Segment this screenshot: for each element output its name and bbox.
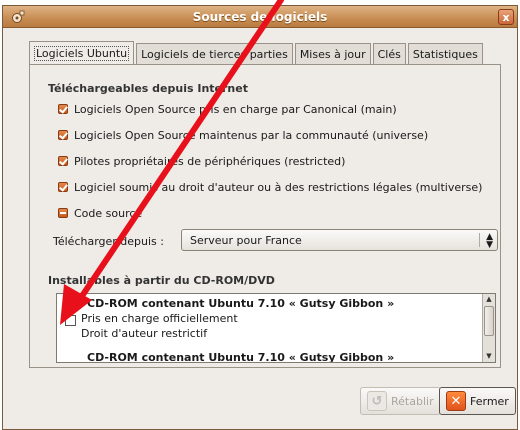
title-bar[interactable]: Sources de logiciels x bbox=[3, 6, 517, 28]
list-item[interactable]: CD-ROM contenant Ubuntu 7.10 « Gutsy Gib… bbox=[61, 349, 473, 363]
tab-label: Logiciels Ubuntu bbox=[34, 46, 130, 61]
cdrom-entry-checkbox[interactable] bbox=[65, 315, 76, 326]
revert-label: Rétablir bbox=[391, 394, 434, 408]
window-title: Sources de logiciels bbox=[192, 10, 328, 24]
tab-mises-a-jour[interactable]: Mises à jour bbox=[294, 43, 371, 64]
scroll-down-icon[interactable]: ▼ bbox=[483, 351, 495, 362]
software-sources-window: Sources de logiciels x Logiciels Ubuntu … bbox=[2, 5, 518, 430]
cdrom-entry-line1: Pris en charge officiellement bbox=[81, 312, 238, 325]
tab-logiciels-tierces-parties[interactable]: Logiciels de tierces parties bbox=[136, 43, 293, 64]
source-code-checkbox[interactable] bbox=[58, 208, 68, 218]
cdrom-section-title: Installables à partir du CD-ROM/DVD bbox=[48, 274, 275, 287]
source-universe-label: Logiciels Open Source maintenus par la c… bbox=[74, 128, 429, 142]
source-code-row[interactable]: Code source bbox=[58, 205, 142, 221]
source-restricted-checkbox[interactable] bbox=[58, 156, 68, 166]
cdrom-entry-title: CD-ROM contenant Ubuntu 7.10 « Gutsy Gib… bbox=[87, 297, 395, 310]
source-multiverse-checkbox[interactable] bbox=[58, 182, 68, 192]
tab-bar: Logiciels Ubuntu Logiciels de tierces pa… bbox=[29, 41, 485, 65]
source-universe-row[interactable]: Logiciels Open Source maintenus par la c… bbox=[58, 127, 428, 143]
source-universe-checkbox[interactable] bbox=[58, 130, 68, 140]
source-main-label: Logiciels Open Source pris en charge par… bbox=[74, 102, 397, 116]
cdrom-entry-title: CD-ROM contenant Ubuntu 7.10 « Gutsy Gib… bbox=[87, 351, 395, 363]
close-icon: ✕ bbox=[446, 391, 466, 411]
internet-section-title: Téléchargeables depuis Internet bbox=[48, 82, 248, 95]
close-button[interactable]: ✕ Fermer bbox=[439, 387, 516, 415]
download-from-label: Télécharger depuis : bbox=[53, 235, 164, 248]
revert-icon: ↺ bbox=[367, 391, 387, 411]
scroll-up-icon[interactable]: ▲ bbox=[483, 294, 495, 305]
source-restricted-label: Pilotes propriétaires de périphériques (… bbox=[74, 154, 346, 168]
cdrom-list[interactable]: CD-ROM contenant Ubuntu 7.10 « Gutsy Gib… bbox=[56, 293, 496, 363]
window-close-button[interactable]: x bbox=[498, 9, 514, 25]
source-multiverse-row[interactable]: Logiciel soumis au droit d'auteur ou à d… bbox=[58, 179, 482, 195]
cdrom-entry-line2: Droit d'auteur restrictif bbox=[81, 327, 208, 340]
revert-button[interactable]: ↺ Rétablir bbox=[360, 387, 441, 415]
combo-arrows-icon: ▲ ▼ bbox=[486, 232, 493, 250]
tab-statistiques[interactable]: Statistiques bbox=[407, 43, 483, 64]
tab-logiciels-ubuntu[interactable]: Logiciels Ubuntu bbox=[29, 41, 135, 64]
source-main-checkbox[interactable] bbox=[58, 104, 68, 114]
cdrom-list-scrollbar[interactable]: ▲ ▼ bbox=[482, 294, 495, 362]
source-multiverse-label: Logiciel soumis au droit d'auteur ou à d… bbox=[74, 180, 483, 194]
scrollbar-thumb[interactable] bbox=[484, 306, 494, 336]
download-server-value: Serveur pour France bbox=[190, 234, 302, 247]
tab-panel-logiciels-ubuntu: Téléchargeables depuis Internet Logiciel… bbox=[29, 64, 501, 368]
tab-cles[interactable]: Clés bbox=[372, 43, 406, 64]
list-item[interactable]: CD-ROM contenant Ubuntu 7.10 « Gutsy Gib… bbox=[61, 294, 473, 340]
download-server-combo[interactable]: Serveur pour France ▲ ▼ bbox=[181, 229, 498, 251]
source-main-row[interactable]: Logiciels Open Source pris en charge par… bbox=[58, 101, 397, 117]
source-code-label: Code source bbox=[74, 206, 143, 220]
close-label: Fermer bbox=[470, 394, 509, 408]
combo-separator bbox=[479, 233, 480, 247]
source-restricted-row[interactable]: Pilotes propriétaires de périphériques (… bbox=[58, 153, 345, 169]
